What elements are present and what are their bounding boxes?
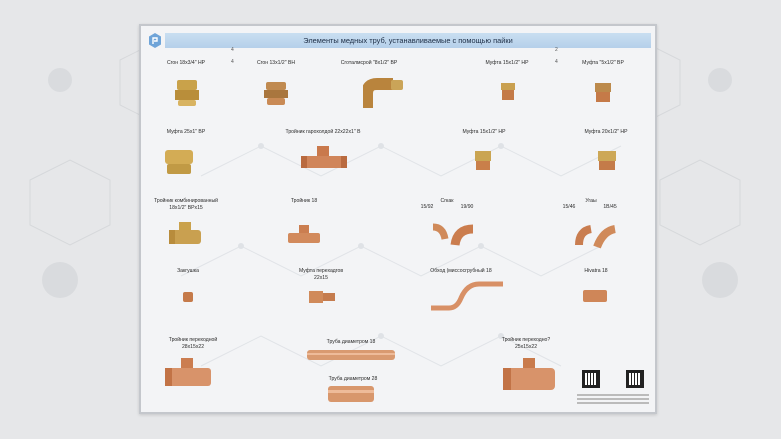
pipe-18 <box>307 350 395 360</box>
fitting-mufta-25-brass <box>165 150 193 174</box>
pipe-28 <box>328 386 374 402</box>
label-otvod: Сгкак <box>440 198 454 204</box>
board-header: Элементы медных труб, устанавливаемые с … <box>165 33 651 48</box>
fitting-otvody <box>432 223 474 246</box>
display-board: Элементы медных труб, устанавливаемые с … <box>139 24 657 414</box>
fitting-ugly <box>575 225 616 249</box>
fitting-sgon-brass <box>175 80 199 106</box>
qr-code <box>626 370 644 388</box>
label-truba-28: Труба диаметром 28 <box>328 376 378 382</box>
marker-dot: 4 <box>231 59 234 65</box>
label-truba-18: Труба диаметром 18 <box>326 339 376 345</box>
label-sgon-18: Сгон 18х3/4" НР <box>166 60 206 66</box>
label-ugly-46: 15/46 <box>562 204 576 210</box>
label-mufta-18: Нivatra 18 <box>584 268 608 274</box>
label-troynik-perekh-28-1: Тройник переходной <box>168 337 218 343</box>
label-sgon-13: Сгон 13х1/2" ВН <box>256 60 296 66</box>
fitting-mufta-perekh <box>309 291 335 303</box>
label-mufta-perekh-1: Муфта перехадгов <box>298 268 344 274</box>
label-troynik-perekh-28-2: 28х15х22 <box>181 344 205 350</box>
company-logo <box>149 33 161 48</box>
label-troynik-perekh-25-1: Тройник переходно? <box>501 337 551 343</box>
fitting-zaglushka <box>183 292 193 302</box>
label-obkhod: Обход (миссосгрубный 18 <box>430 268 492 274</box>
fitting-troynik-perekh-28 <box>165 358 211 386</box>
label-mufta-20: Муфта 20х1/2" НР <box>584 129 628 135</box>
fitting-elbow-brass <box>363 78 403 108</box>
label-ugly: Угаы <box>585 198 597 204</box>
fitting-mufta-20-brass <box>598 151 616 170</box>
label-troynik-22: Тройник гарохолдой 22х22х1" В <box>285 129 361 135</box>
marker-dot: 4 <box>555 59 558 65</box>
fitting-troynik-18 <box>288 225 320 243</box>
board-title: Элементы медных труб, устанавливаемые с … <box>303 36 513 45</box>
qr-code <box>582 370 600 388</box>
label-mufta-perekh-2: 22х15 <box>314 275 328 281</box>
label-otvod-92: 15/92 <box>420 204 434 210</box>
fitting-sgon-copper <box>264 82 288 105</box>
label-zaglushka: Закгушка <box>177 268 199 274</box>
label-mufta-15-1: Муфта 15х1/2" НР <box>485 60 529 66</box>
marker-dot: 2 <box>555 47 558 53</box>
fitting-obkhod <box>431 281 503 311</box>
label-troynik-18: Тройник 18 <box>290 198 318 204</box>
fitting-mufta-copper <box>595 83 611 102</box>
label-sgon-ugolnik: Сготалмсрой "8х1/2" ВР <box>340 60 398 66</box>
fitting-mufta-18 <box>583 290 607 302</box>
fitting-troynik-perekh-25 <box>503 358 555 390</box>
marker-dot: 4 <box>231 47 234 53</box>
label-ugly-45: 1В/45 <box>603 204 617 210</box>
label-mufta-25: Муфта 25х1" ВР <box>166 129 206 135</box>
label-troynik-komb-2: 18х1/2" ВРх15 <box>169 205 203 211</box>
info-text-block <box>577 392 649 412</box>
fitting-mufta-15-brass <box>475 151 491 170</box>
fitting-troynik-komb <box>169 222 201 244</box>
fitting-mufta-small <box>501 83 515 100</box>
label-troynik-perekh-25-2: 25х15х22 <box>514 344 538 350</box>
label-troynik-komb-1: Тройник комбинированный <box>154 198 218 204</box>
label-mufta-5: Муфта "5х1/2" ВР <box>582 60 624 66</box>
label-otvod-90: 19/90 <box>460 204 474 210</box>
fitting-troynik-copper <box>301 146 347 168</box>
label-mufta-15-2: Муфта 15х1/2" НР <box>462 129 506 135</box>
